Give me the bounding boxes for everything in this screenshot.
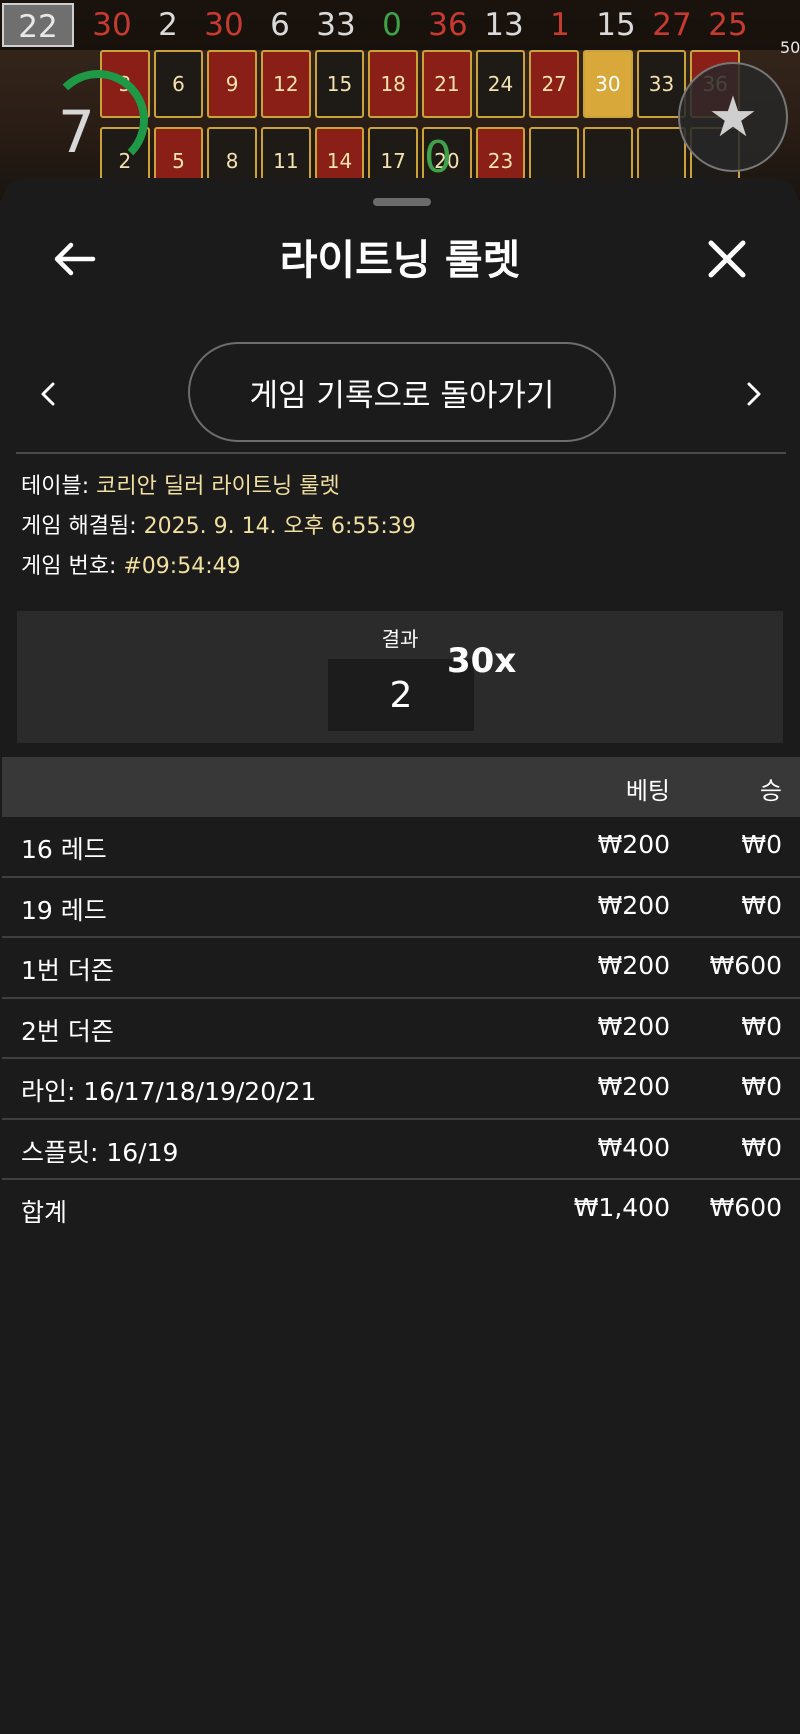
chevron-left-icon [41, 382, 55, 406]
bet-row: 16 레드 ₩200 ₩0 [2, 817, 800, 878]
history-number: 25 [708, 7, 748, 43]
bet-amount: ₩200 [597, 1011, 670, 1041]
favorite-button[interactable]: ★ [678, 62, 788, 172]
previous-game-button[interactable] [28, 374, 68, 414]
table-info-label: 테이블: [21, 474, 97, 499]
history-number: 13 [484, 7, 524, 43]
bet-row: 라인: 16/17/18/19/20/21 ₩200 ₩0 [2, 1059, 800, 1120]
history-number: 33 [316, 7, 356, 43]
bet-name: 2번 더즌 [21, 1016, 114, 1046]
board-cell: 18 [368, 50, 418, 118]
history-number: 36 [428, 7, 468, 43]
sheet-grabber[interactable] [373, 198, 431, 206]
bet-amount: ₩200 [597, 890, 670, 920]
total-label: 합계 [21, 1198, 68, 1227]
win-amount: ₩0 [741, 1072, 782, 1101]
bets-table: 16 레드 ₩200 ₩0 19 레드 ₩200 ₩0 1번 더즌 ₩200 ₩… [2, 817, 800, 1241]
resolved-time-label: 게임 해결됨: [21, 514, 144, 539]
resolved-time-info: 게임 해결됨: 2025. 9. 14. 오후 6:55:39 [21, 512, 416, 542]
history-number: 2 [158, 7, 178, 43]
board-cell: 9 [207, 50, 257, 118]
latest-result-number: 22 [2, 3, 74, 47]
next-game-button[interactable] [734, 374, 774, 414]
bet-amount: ₩200 [597, 951, 670, 980]
resolved-time-value: 2025. 9. 14. 오후 6:55:39 [143, 514, 416, 539]
result-history-strip: 22 30 2 30 6 33 0 36 13 1 15 27 25 [0, 0, 800, 50]
board-cell: 30 [583, 50, 633, 118]
history-number: 27 [652, 7, 692, 43]
result-panel: 결과 2 30x [17, 611, 783, 743]
bet-row: 스플릿: 16/19 ₩400 ₩0 [2, 1120, 800, 1180]
win-column-header: 승 [759, 777, 782, 805]
chevron-right-icon [747, 382, 761, 406]
bets-table-header: 베팅 승 [2, 757, 800, 817]
zero-pocket-label: 0 [424, 132, 452, 183]
win-amount: ₩0 [741, 1132, 782, 1162]
bet-amount: ₩200 [597, 1072, 670, 1101]
board-cell: 27 [529, 50, 579, 118]
game-number-info: 게임 번호: #09:54:49 [21, 552, 241, 582]
win-amount: ₩0 [741, 830, 782, 859]
history-number: 30 [92, 7, 132, 43]
close-icon [708, 240, 746, 278]
bet-amount: ₩200 [597, 830, 670, 859]
table-info: 테이블: 코리안 딜러 라이트닝 룰렛 [21, 472, 340, 502]
history-number: 30 [204, 7, 244, 43]
game-number-label: 게임 번호: [21, 554, 124, 579]
total-win-amount: ₩600 [709, 1193, 782, 1222]
history-number: 0 [382, 7, 402, 43]
board-cell: 6 [153, 50, 204, 118]
win-amount: ₩0 [741, 890, 782, 920]
sheet-title: 라이트닝 룰렛 [279, 236, 521, 284]
divider [16, 452, 786, 454]
game-detail-sheet: 라이트닝 룰렛 게임 기록으로 돌아가기 테이블: 코리안 딜러 라이트닝 룰렛… [2, 178, 800, 1734]
board-cell: 24 [475, 50, 526, 118]
corner-label: 50 [780, 38, 800, 57]
bet-name: 1번 더즌 [21, 956, 114, 985]
star-icon: ★ [707, 84, 759, 150]
board-cell: 15 [314, 50, 365, 118]
countdown-timer: 7 [58, 98, 95, 166]
bet-name: 스플릿: 16/19 [21, 1137, 179, 1167]
bet-row: 1번 더즌 ₩200 ₩600 [2, 938, 800, 999]
result-multiplier: 30x [447, 641, 517, 681]
board-cell: 12 [261, 50, 311, 118]
table-info-value: 코리안 딜러 라이트닝 룰렛 [96, 474, 340, 499]
bet-name: 16 레드 [21, 835, 107, 864]
win-amount: ₩600 [709, 951, 782, 980]
history-number: 6 [270, 7, 290, 43]
bet-column-header: 베팅 [625, 777, 670, 805]
total-row: 합계 ₩1,400 ₩600 [2, 1180, 800, 1241]
board-cell: 21 [422, 50, 472, 118]
bet-row: 19 레드 ₩200 ₩0 [2, 878, 800, 938]
close-button[interactable] [702, 234, 752, 284]
bet-amount: ₩400 [597, 1132, 670, 1162]
history-number: 15 [596, 7, 636, 43]
bet-name: 19 레드 [21, 895, 107, 925]
bet-row: 2번 더즌 ₩200 ₩0 [2, 999, 800, 1059]
result-label: 결과 [381, 627, 419, 651]
game-number-value: #09:54:49 [123, 554, 241, 579]
back-to-history-button[interactable]: 게임 기록으로 돌아가기 [188, 342, 616, 442]
game-background: 22 30 2 30 6 33 0 36 13 1 15 27 25 3 6 9 12 15 18 21 24 27 30… [0, 0, 800, 200]
win-amount: ₩0 [741, 1011, 782, 1041]
total-bet-amount: ₩1,400 [573, 1193, 670, 1222]
history-number: 1 [550, 7, 570, 43]
bet-name: 라인: 16/17/18/19/20/21 [21, 1077, 317, 1106]
